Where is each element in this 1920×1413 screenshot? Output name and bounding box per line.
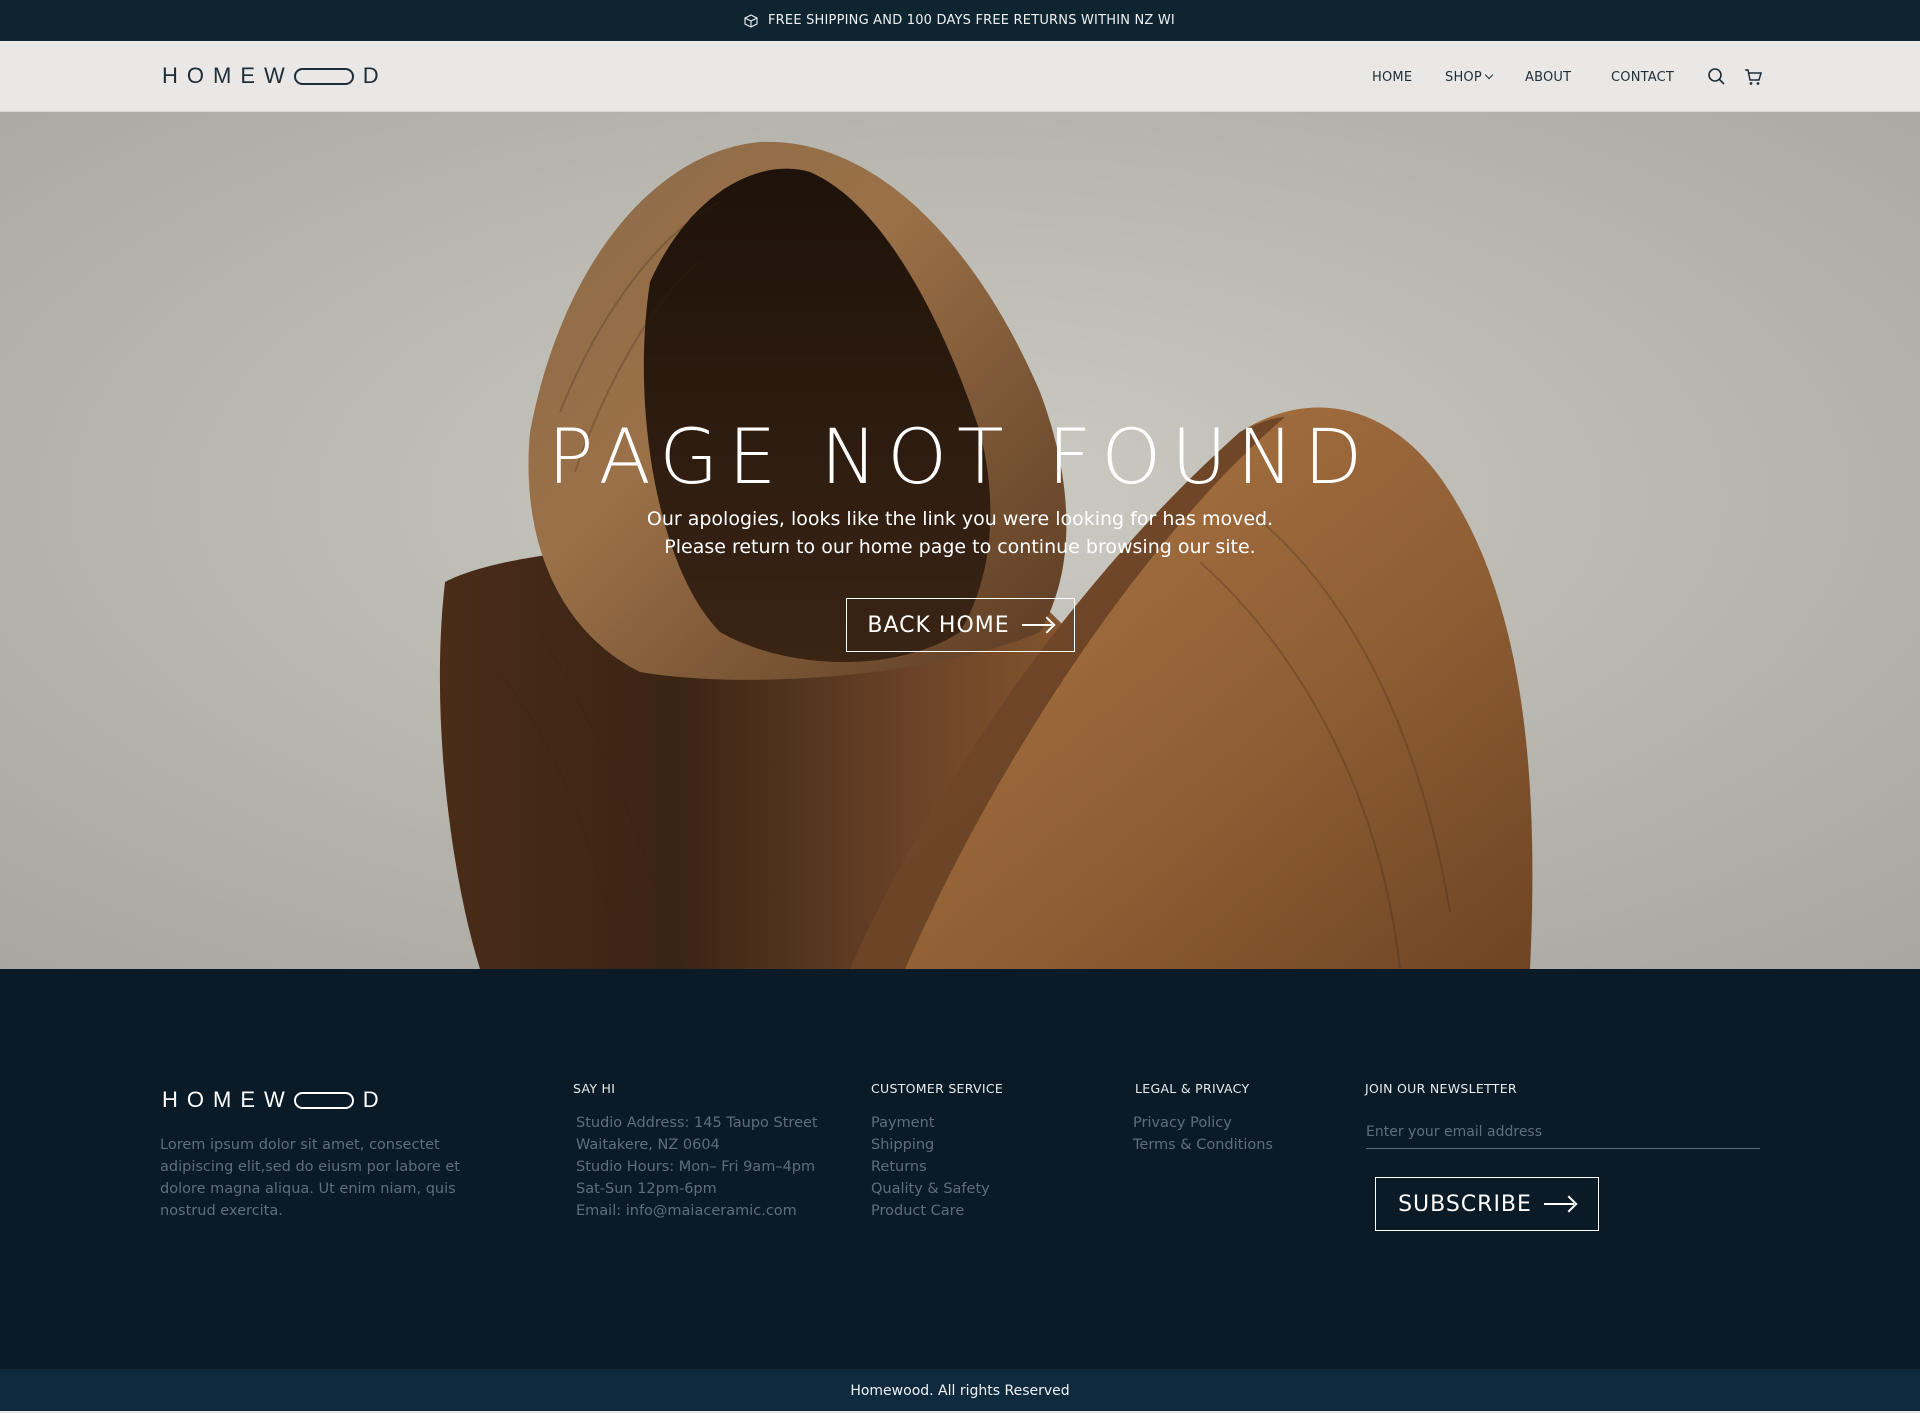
nav-shop[interactable]: SHOP (1445, 70, 1494, 85)
site-header: HOMEW D HOME SHOP ABOUT CONTACT (0, 41, 1920, 112)
newsletter-heading: JOIN OUR NEWSLETTER (1365, 1081, 1517, 1096)
announcement-text: FREE SHIPPING AND 100 DAYS FREE RETURNS … (768, 13, 1176, 28)
footer-link-returns[interactable]: Returns (871, 1156, 1003, 1178)
site-footer: HOMEW D Lorem ipsum dolor sit amet, conse… (0, 969, 1920, 1369)
announcement-bar: FREE SHIPPING AND 100 DAYS FREE RETURNS … (0, 0, 1920, 41)
footer-link-terms[interactable]: Terms & Conditions (1133, 1134, 1273, 1156)
nav-home[interactable]: HOME (1372, 70, 1412, 85)
package-icon (744, 13, 758, 28)
address-line: Studio Address: 145 Taupo Street (576, 1115, 818, 1131)
logo-pill-mark (293, 1091, 354, 1109)
newsletter-email-input[interactable] (1366, 1115, 1760, 1149)
newsletter-column: JOIN OUR NEWSLETTER (1365, 1081, 1517, 1112)
footer-link-shipping[interactable]: Shipping (871, 1134, 1003, 1156)
email-link[interactable]: Email: info@maiaceramic.com (573, 1200, 818, 1222)
hours-line: Sat-Sun 12pm-6pm (576, 1181, 717, 1197)
legal-column: LEGAL & PRIVACY Privacy Policy Terms & C… (1133, 1081, 1273, 1156)
hero-subtitle-line-1: Our apologies, looks like the link you w… (646, 508, 1274, 530)
footer-link-privacy-policy[interactable]: Privacy Policy (1133, 1112, 1273, 1134)
logo-pill-mark (293, 67, 354, 85)
header-logo[interactable]: HOMEW D (162, 63, 388, 89)
nav-shop-label: SHOP (1445, 70, 1482, 85)
back-home-button[interactable]: BACK HOME (846, 598, 1075, 652)
hero-subtitle-line-2: Please return to our home page to contin… (664, 536, 1256, 558)
customer-service-column: CUSTOMER SERVICE Payment Shipping Return… (871, 1081, 1003, 1222)
copyright-text: Homewood. All rights Reserved (850, 1383, 1070, 1399)
subscribe-button[interactable]: SUBSCRIBE (1375, 1177, 1599, 1231)
nav-contact[interactable]: CONTACT (1611, 70, 1674, 85)
arrow-right-icon (1543, 1197, 1576, 1211)
footer-description: Lorem ipsum dolor sit amet, consectet ad… (160, 1137, 460, 1219)
footer-link-payment[interactable]: Payment (871, 1112, 1003, 1134)
say-hi-heading: SAY HI (573, 1081, 616, 1096)
nav-about[interactable]: ABOUT (1525, 70, 1571, 85)
footer-link-product-care[interactable]: Product Care (871, 1200, 1003, 1222)
hero-section: PAGE NOT FOUND Our apologies, looks like… (0, 112, 1920, 969)
customer-service-heading: CUSTOMER SERVICE (871, 1081, 1004, 1096)
hours-line: Studio Hours: Mon– Fri 9am–4pm (576, 1159, 816, 1175)
copyright-bar: Homewood. All rights Reserved (0, 1369, 1920, 1413)
cart-icon[interactable] (1743, 67, 1763, 87)
page-title: PAGE NOT FOUND (547, 412, 1373, 501)
arrow-right-icon (1021, 618, 1054, 632)
footer-link-quality-safety[interactable]: Quality & Safety (871, 1178, 1003, 1200)
subscribe-label: SUBSCRIBE (1398, 1191, 1532, 1217)
back-home-label: BACK HOME (867, 612, 1010, 638)
legal-heading: LEGAL & PRIVACY (1135, 1081, 1250, 1096)
say-hi-column: SAY HI Studio Address: 145 Taupo Street … (573, 1081, 818, 1222)
address-line: Waitakere, NZ 0604 (576, 1137, 720, 1153)
footer-logo[interactable]: HOMEW D (162, 1087, 388, 1113)
search-icon[interactable] (1707, 67, 1727, 87)
chevron-down-icon (1484, 70, 1494, 80)
